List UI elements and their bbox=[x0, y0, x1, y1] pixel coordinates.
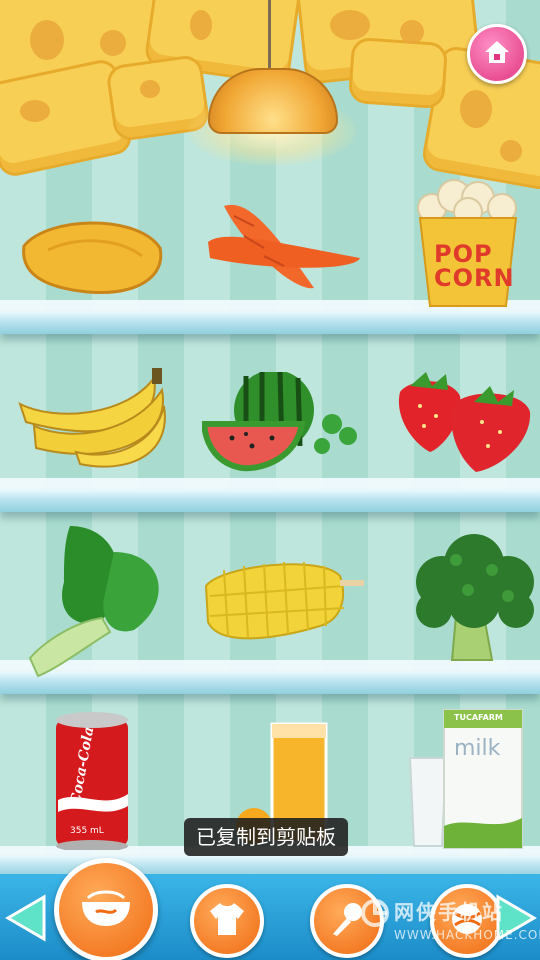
shelf-1 bbox=[0, 312, 540, 334]
cola-volume: 355 mL bbox=[70, 826, 104, 836]
milk-brand: TUCAFARM bbox=[454, 713, 503, 722]
arrow-left-icon bbox=[4, 894, 48, 947]
bananas-item[interactable] bbox=[16, 366, 172, 472]
bowl-icon bbox=[78, 886, 134, 934]
potato-chip-item[interactable] bbox=[18, 216, 168, 298]
home-icon bbox=[483, 39, 511, 69]
game-scene: POP CORN Coca-Cola 355 mL TUCAFARM milk … bbox=[0, 0, 540, 960]
arrow-left-button[interactable] bbox=[4, 893, 48, 943]
popcorn-label-bottom: CORN bbox=[434, 264, 515, 292]
cola-can-item[interactable]: Coca-Cola 355 mL bbox=[54, 710, 130, 850]
home-button[interactable] bbox=[467, 24, 527, 84]
watermark: 网侠手机站 WWW.HACKHOME.COM bbox=[360, 894, 540, 954]
toast-message: 已复制到剪贴板 bbox=[184, 818, 348, 856]
bok-choy-item[interactable] bbox=[24, 522, 170, 678]
lamp-cord bbox=[268, 0, 271, 72]
watermark-url: WWW.HACKHOME.COM bbox=[394, 928, 540, 942]
milk-label: milk bbox=[454, 736, 501, 761]
carrots-item[interactable] bbox=[204, 196, 364, 296]
popcorn-item[interactable]: POP CORN bbox=[412, 176, 524, 310]
milk-carton-item[interactable]: TUCAFARM milk bbox=[406, 706, 524, 852]
clothes-category-button[interactable] bbox=[190, 884, 264, 958]
broccoli-item[interactable] bbox=[412, 530, 538, 664]
watermark-title: 网侠手机站 bbox=[394, 900, 504, 924]
corn-cob-item[interactable] bbox=[200, 556, 364, 646]
watermark-logo-icon bbox=[360, 898, 390, 932]
strawberries-item[interactable] bbox=[390, 362, 536, 474]
shelf-2 bbox=[0, 490, 540, 512]
watermelon-item[interactable] bbox=[202, 372, 364, 472]
food-category-button[interactable] bbox=[54, 858, 158, 960]
shirt-icon bbox=[208, 901, 246, 941]
